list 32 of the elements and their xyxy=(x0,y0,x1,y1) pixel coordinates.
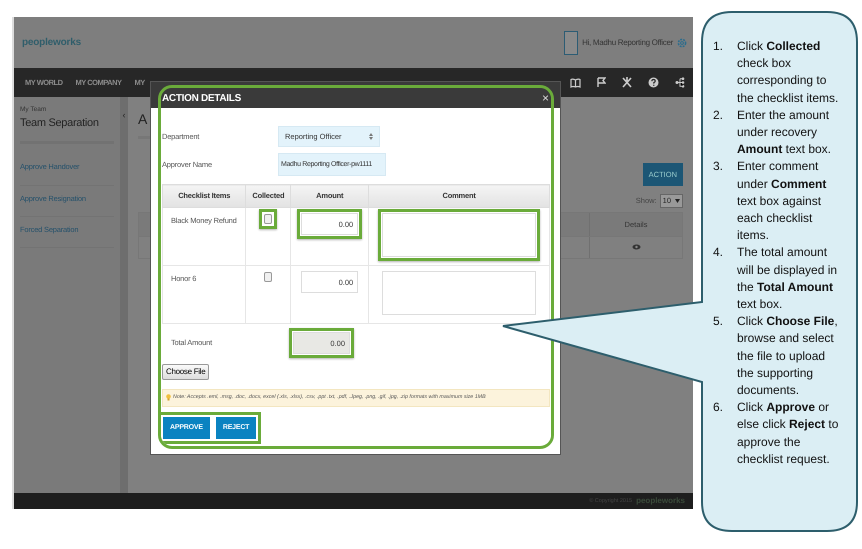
step-text: Enter the amount under recovery Amount text box. xyxy=(737,106,832,158)
collected-checkbox[interactable] xyxy=(264,214,272,224)
step-text: Click Approve or else click Reject to approve the checklist request. xyxy=(737,399,840,468)
step-text: Click Choose File, browse and select the file to upload the supporting documents. xyxy=(737,313,839,400)
book-icon[interactable] xyxy=(570,78,581,88)
greeting-text: Hi, Madhu Reporting Officer xyxy=(582,36,673,48)
eye-icon[interactable] xyxy=(632,244,640,250)
sidebar-title: Team Separation xyxy=(20,114,114,144)
step-text: The total amount will be displayed in the Total Amount text box. xyxy=(737,244,838,314)
flag-icon[interactable] xyxy=(597,77,606,88)
modal-title: ACTION DETAILS xyxy=(162,92,241,106)
step-text: Enter comment under Comment text box against each checklist items. xyxy=(737,158,828,244)
collapse-toggle[interactable]: ‹ xyxy=(120,97,128,493)
step-number: 6. xyxy=(713,399,724,416)
step-number: 1. xyxy=(713,38,724,55)
share-icon[interactable] xyxy=(675,77,685,88)
tools-icon[interactable] xyxy=(622,77,632,88)
help-icon[interactable] xyxy=(648,77,659,88)
comment-field[interactable] xyxy=(382,271,536,315)
sort-caret-icon xyxy=(369,133,373,140)
lightbulb-icon xyxy=(166,394,171,402)
step-number: 2. xyxy=(713,106,724,124)
step-number: 5. xyxy=(713,313,724,330)
choose-file-button[interactable]: Choose File xyxy=(162,364,210,380)
logo-text: peopleworks xyxy=(22,36,81,50)
step-text: Click Collected check box corresponding to the checklist items. xyxy=(737,38,840,107)
close-button[interactable]: × xyxy=(540,92,551,104)
caret-down-icon xyxy=(675,198,680,203)
step-number: 3. xyxy=(713,158,724,176)
step-number: 4. xyxy=(713,244,724,262)
collected-checkbox[interactable] xyxy=(264,272,272,282)
avatar-placeholder xyxy=(564,30,578,54)
